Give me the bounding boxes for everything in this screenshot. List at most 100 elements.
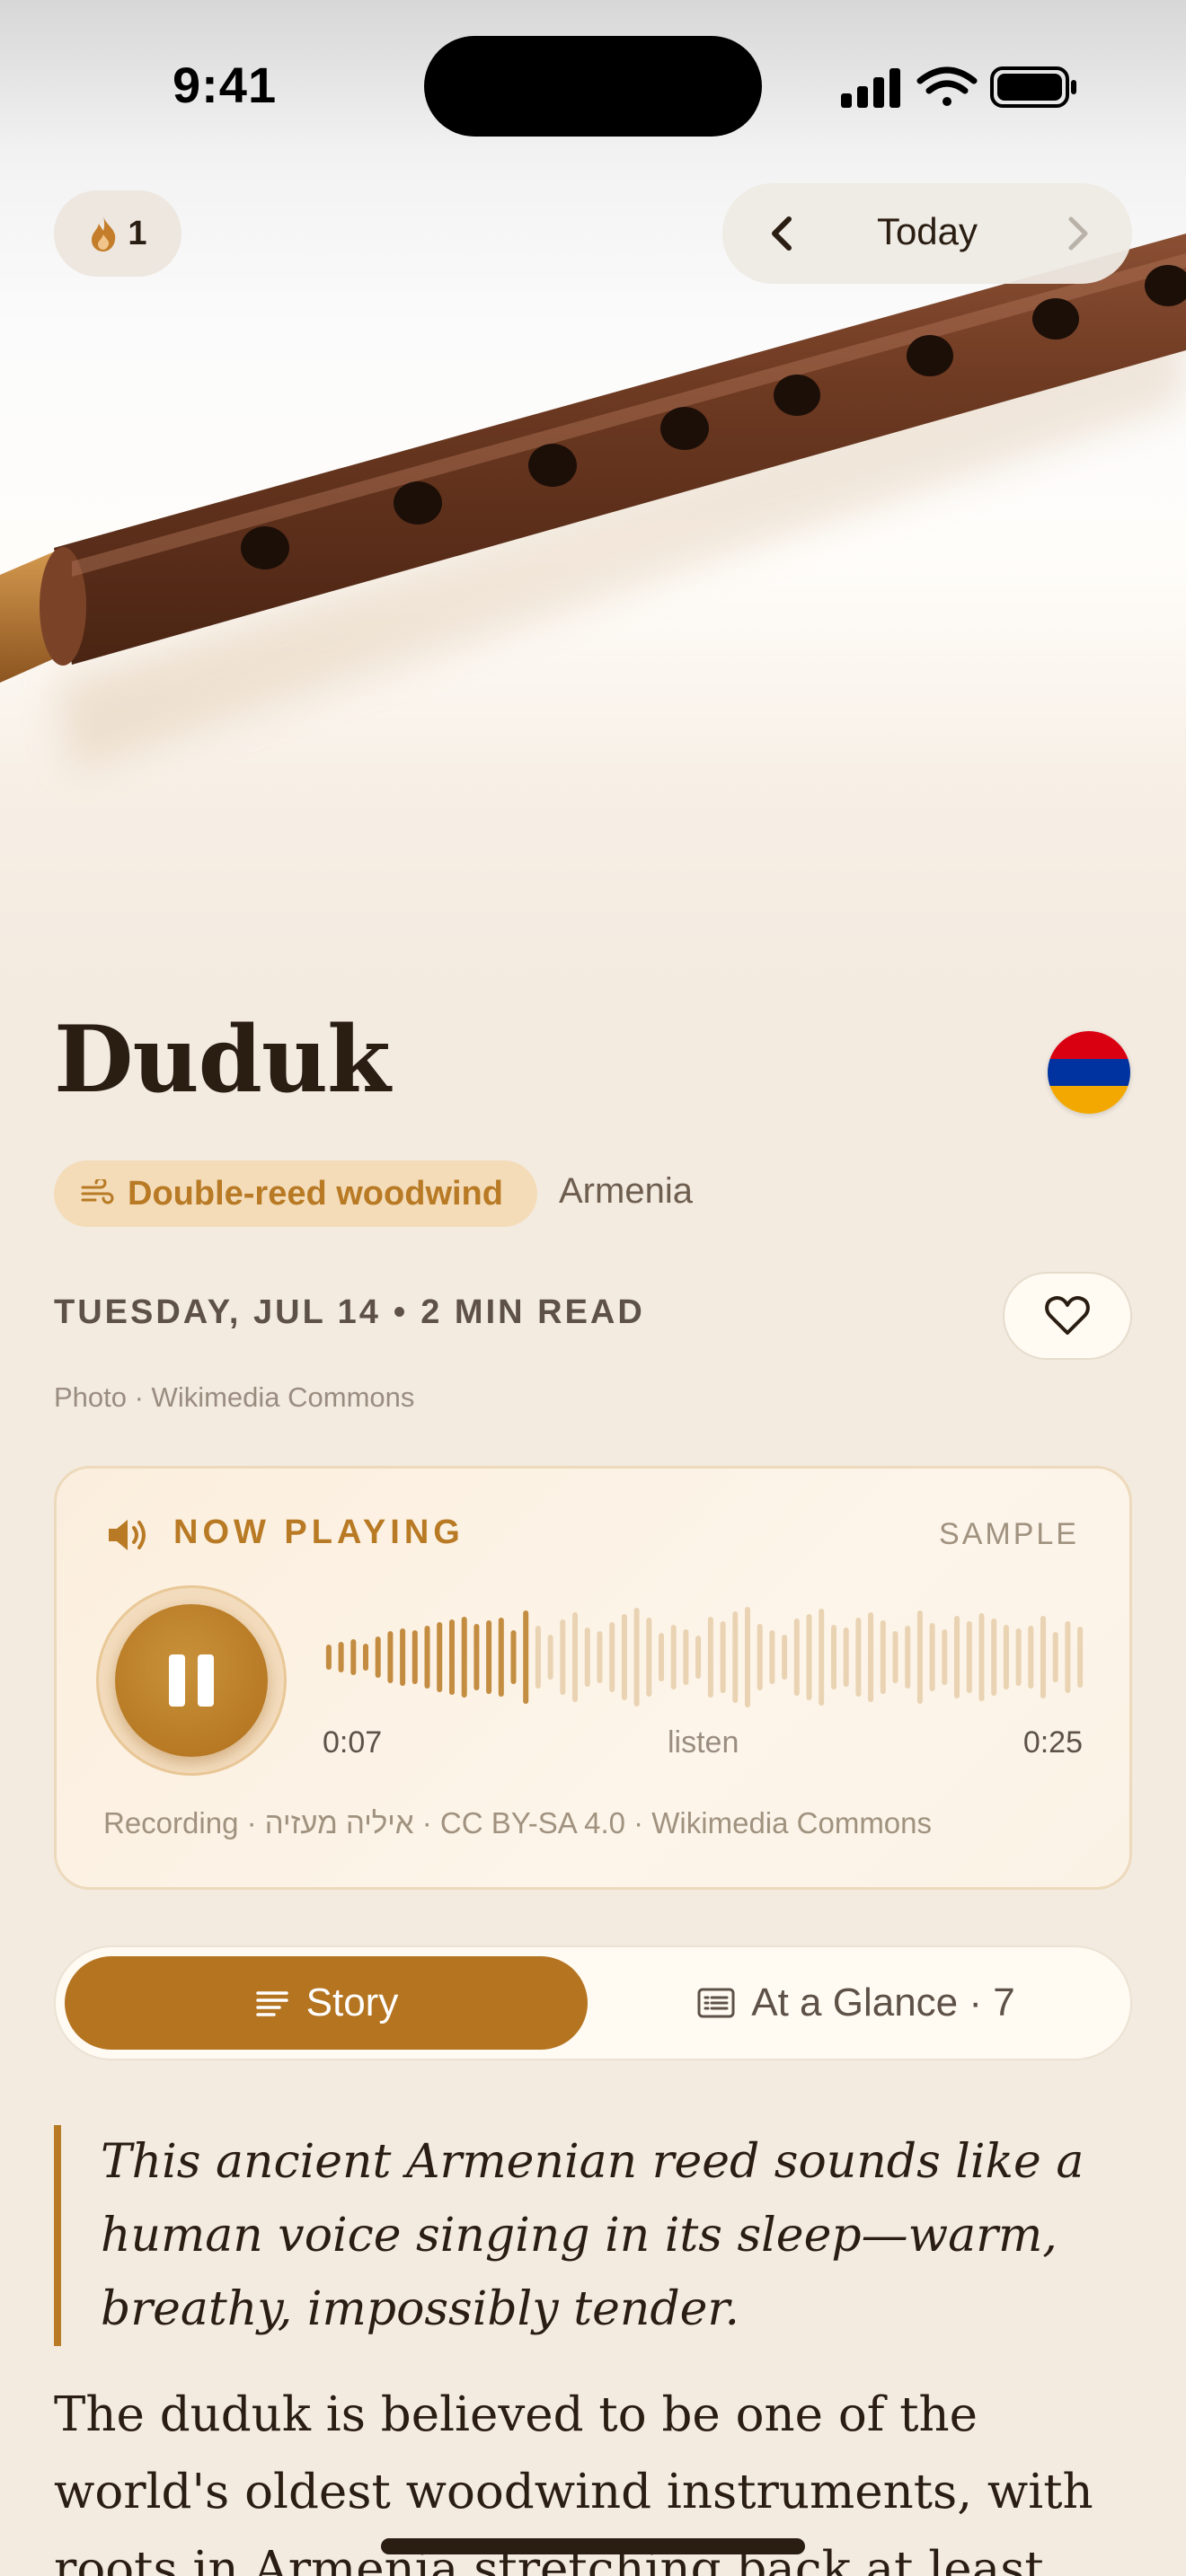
- photo-credit: Photo · Wikimedia Commons: [54, 1381, 415, 1413]
- waveform-bar: [868, 1612, 874, 1702]
- waveform-bar: [547, 1635, 553, 1680]
- sample-badge: SAMPLE: [939, 1517, 1079, 1551]
- waveform-bar: [363, 1644, 368, 1671]
- waveform-bar: [843, 1628, 849, 1687]
- home-indicator: [381, 2538, 805, 2554]
- meta-separator: •: [393, 1293, 409, 1331]
- tab-story[interactable]: Story: [65, 1956, 588, 2050]
- pause-icon: [198, 1654, 214, 1707]
- article-meta: TUESDAY, JUL 14 • 2 MIN READ: [54, 1293, 645, 1332]
- waveform-bar: [1052, 1632, 1058, 1682]
- status-icons: [841, 66, 1076, 108]
- waveform-bar: [966, 1621, 972, 1693]
- waveform-bar: [646, 1618, 652, 1697]
- instrument-title: Duduk: [54, 1006, 391, 1114]
- waveform-bar: [350, 1639, 357, 1675]
- listen-hint: listen: [668, 1725, 739, 1760]
- waveform-bar: [991, 1619, 997, 1696]
- waveform-bar: [621, 1614, 627, 1700]
- waveform-bar: [905, 1626, 911, 1689]
- date-navigator: Today: [722, 183, 1132, 284]
- speaker-icon: [109, 1520, 146, 1550]
- waveform-bar: [942, 1629, 948, 1685]
- waveform-bar: [978, 1613, 985, 1701]
- waveform-bar: [437, 1622, 443, 1692]
- waveform-bar: [819, 1609, 825, 1706]
- flag-stripe: [1048, 1031, 1130, 1059]
- waveform-bar: [1040, 1616, 1046, 1698]
- article-date: TUESDAY, JUL 14: [54, 1293, 381, 1331]
- waveform-bar: [633, 1608, 640, 1707]
- segmented-tabs: Story At a Glance · 7: [54, 1945, 1132, 2060]
- play-ring: [96, 1585, 287, 1776]
- pull-quote: This ancient Armenian reed sounds like a…: [54, 2125, 1132, 2346]
- waveform-scrubber[interactable]: [323, 1594, 1086, 1720]
- waveform-bar: [1077, 1627, 1084, 1688]
- waveform-bar: [1003, 1625, 1009, 1689]
- audio-player-card: NOW PLAYING SAMPLE 0:07 listen 0:25 Reco…: [54, 1466, 1132, 1890]
- battery-icon: [990, 66, 1076, 108]
- waveform-bar: [1065, 1621, 1071, 1693]
- now-playing-label: NOW PLAYING: [173, 1513, 465, 1551]
- waveform-bar: [769, 1630, 775, 1684]
- waveform-bar: [855, 1618, 862, 1697]
- waveform-bar: [412, 1630, 418, 1684]
- waveform-bar: [449, 1619, 455, 1695]
- status-time: 9:41: [173, 57, 278, 113]
- read-time: 2 MIN READ: [420, 1293, 645, 1331]
- chevron-right-icon[interactable]: [1049, 207, 1103, 260]
- waveform-bar: [720, 1621, 726, 1693]
- pause-icon: [169, 1654, 185, 1707]
- category-chip[interactable]: Double-reed woodwind: [54, 1160, 537, 1227]
- waveform-bar: [793, 1619, 800, 1696]
- favorite-button[interactable]: [1003, 1272, 1132, 1360]
- waveform-bar: [498, 1618, 504, 1697]
- hero-image: [0, 0, 1186, 988]
- waveform-bar: [782, 1635, 788, 1680]
- waveform-bar: [880, 1620, 886, 1694]
- total-time: 0:25: [1022, 1725, 1083, 1760]
- waveform-bar: [486, 1620, 492, 1694]
- waveform-bar: [659, 1633, 664, 1681]
- tab-story-label: Story: [305, 1981, 399, 2025]
- flag-stripe: [1048, 1086, 1130, 1114]
- waveform-bar: [954, 1616, 960, 1698]
- signal-icon: [841, 68, 900, 108]
- waveform-bar: [892, 1631, 898, 1683]
- wifi-icon: [916, 66, 978, 106]
- waveform-bar: [375, 1636, 381, 1678]
- wind-icon: [81, 1179, 114, 1204]
- flag-stripe: [1048, 1058, 1130, 1087]
- waveform-bar: [535, 1626, 541, 1689]
- flame-icon: [92, 216, 116, 251]
- current-time: 0:07: [323, 1725, 383, 1760]
- waveform-bar: [683, 1629, 689, 1685]
- streak-count: 1: [128, 214, 147, 252]
- waveform-bar: [560, 1619, 566, 1695]
- waveform-bar: [400, 1628, 406, 1686]
- waveform-bar: [510, 1630, 517, 1684]
- waveform-bar: [523, 1610, 529, 1704]
- tab-at-a-glance[interactable]: At a Glance · 7: [588, 1956, 1125, 2050]
- waveform-bar: [325, 1645, 332, 1670]
- waveform-bar: [929, 1623, 935, 1691]
- waveform-bar: [732, 1611, 739, 1703]
- streak-pill[interactable]: 1: [54, 190, 181, 277]
- tab-glance-label: At a Glance · 7: [751, 1981, 1015, 2025]
- waveform-bar: [338, 1642, 344, 1672]
- waveform-bar: [597, 1631, 603, 1683]
- pause-button[interactable]: [115, 1604, 268, 1757]
- waveform-bar: [424, 1626, 430, 1689]
- armenia-flag-icon: [1048, 1031, 1130, 1114]
- waveform-bar: [1015, 1628, 1022, 1686]
- waveform-bar: [745, 1607, 750, 1707]
- waveform-bar: [461, 1617, 467, 1698]
- category-label: Double-reed woodwind: [128, 1174, 503, 1213]
- list-card-icon: [697, 1988, 735, 2018]
- waveform-bar: [695, 1636, 702, 1679]
- waveform-bar: [1028, 1626, 1034, 1689]
- waveform-bar: [806, 1614, 812, 1700]
- recording-credit: Recording · איליה מעזיה · CC BY-SA 4.0 ·…: [103, 1806, 933, 1839]
- waveform-bar: [572, 1612, 578, 1702]
- waveform-bar: [387, 1631, 394, 1683]
